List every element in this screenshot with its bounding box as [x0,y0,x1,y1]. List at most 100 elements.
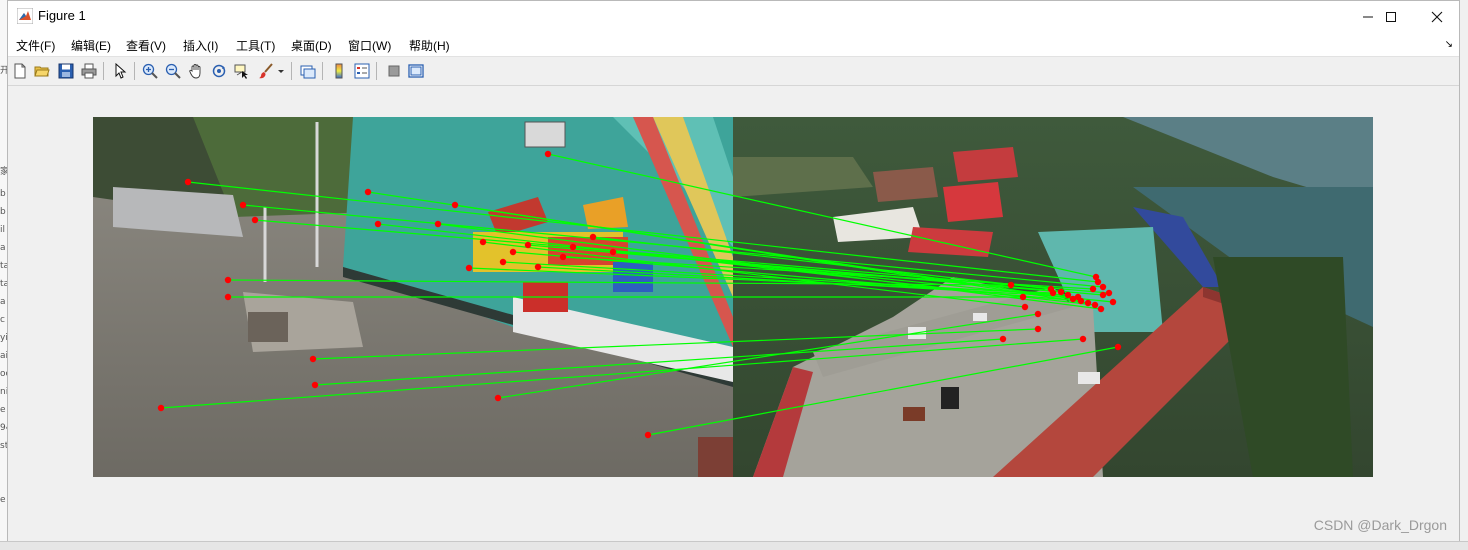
print-icon [81,63,97,79]
keypoint-marker [1114,343,1122,351]
insert-colorbar-button[interactable] [329,61,349,81]
keypoint-marker [451,201,459,209]
show-plot-tools-button[interactable] [406,61,426,81]
hide-plot-tools-icon [388,65,400,77]
keypoint-marker [157,404,165,412]
keypoint-marker [224,293,232,301]
toolbar-separator [376,62,377,80]
keypoint-marker [1021,303,1029,311]
keypoint-marker [1089,285,1097,293]
pan-button[interactable] [186,61,206,81]
maximize-button[interactable] [1368,1,1414,32]
keypoint-marker [465,264,473,272]
keypoint-marker [309,355,317,363]
menu-help[interactable]: 帮助(H) [409,37,450,54]
keypoint-marker [494,394,502,402]
keypoint-marker [239,201,247,209]
keypoint-marker [1047,285,1055,293]
save-button[interactable] [56,61,76,81]
open-file-button[interactable] [32,61,52,81]
edit-plot-button[interactable] [110,61,130,81]
menu-edit[interactable]: 编辑(E) [71,37,111,54]
print-button[interactable] [79,61,99,81]
keypoint-marker [499,258,507,266]
new-figure-icon [14,63,26,79]
zoom-out-icon [165,63,181,79]
new-figure-button[interactable] [10,61,30,81]
brush-button[interactable] [256,61,276,81]
brush-dropdown-button[interactable] [276,61,286,81]
keypoint-marker [544,150,552,158]
title-bar[interactable]: Figure 1 [8,1,1459,32]
insert-legend-button[interactable] [352,61,372,81]
figure-canvas: CSDN @Dark_Drgon [8,86,1459,541]
toolbar-separator [322,62,323,80]
keypoint-marker [1105,289,1113,297]
keypoint-marker [569,243,577,251]
toolbar-separator [103,62,104,80]
keypoint-marker [1007,281,1015,289]
open-file-icon [34,66,50,77]
legend-icon [354,63,370,79]
keypoint-marker [509,248,517,256]
link-plot-button[interactable] [298,61,318,81]
keypoint-marker [374,220,382,228]
keypoint-marker [559,253,567,261]
zoom-in-icon [142,63,158,79]
keypoint-marker [311,381,319,389]
desktop-fragment: a [0,243,6,253]
keypoint-marker [251,216,259,224]
keypoint-marker [1109,298,1117,306]
desktop-fragment: e [0,405,6,415]
colorbar-icon [335,63,343,79]
menu-view[interactable]: 查看(V) [126,37,166,54]
matlab-logo-icon [17,8,33,24]
toolbar-separator [134,62,135,80]
close-button[interactable] [1414,1,1460,32]
keypoint-marker [1099,291,1107,299]
pointer-icon [115,63,127,79]
toolbar-separator [291,62,292,80]
menu-file[interactable]: 文件(F) [16,37,55,54]
menu-tools[interactable]: 工具(T) [236,37,275,54]
show-plot-tools-icon [408,64,424,78]
dock-arrow-icon[interactable]: ↘ [1445,39,1453,50]
keypoint-marker [1057,288,1065,296]
keypoint-marker [434,220,442,228]
desktop-fragment: b [0,189,6,199]
figure-window: Figure 1 文件(F) 编辑(E) 查看(V) 插入(I) 工具(T) 桌… [7,0,1460,541]
keypoint-marker [1019,293,1027,301]
rotate-3d-button[interactable] [209,61,229,81]
menu-window[interactable]: 窗口(W) [348,37,391,54]
csdn-watermark: CSDN @Dark_Drgon [1313,517,1447,533]
keypoint-marker [1099,283,1107,291]
keypoint-marker [1084,299,1092,307]
data-cursor-icon [234,64,248,79]
keypoint-marker [224,276,232,284]
keypoint-marker [1097,305,1105,313]
keypoint-marker [184,178,192,186]
keypoint-marker [644,431,652,439]
feature-matching-axes[interactable] [93,117,1373,477]
desktop-fragment: il [0,225,6,235]
menu-desktop[interactable]: 桌面(D) [291,37,332,54]
rotate-3d-icon [212,64,226,78]
keypoint-marker [1034,325,1042,333]
keypoint-marker [1092,273,1100,281]
pan-hand-icon [189,64,201,79]
brush-icon [259,63,273,79]
keypoint-marker [1074,293,1082,301]
hide-plot-tools-button[interactable] [384,61,404,81]
data-cursor-button[interactable] [232,61,252,81]
zoom-in-button[interactable] [140,61,160,81]
desktop-fragment: a [0,297,6,307]
desktop-fragment: c [0,315,5,325]
zoom-out-button[interactable] [163,61,183,81]
figure-toolbar [8,57,1459,86]
keypoint-marker [364,188,372,196]
menu-insert[interactable]: 插入(I) [183,37,218,54]
keypoint-marker [1079,335,1087,343]
keypoint-marker [589,233,597,241]
menu-bar: 文件(F) 编辑(E) 查看(V) 插入(I) 工具(T) 桌面(D) 窗口(W… [8,32,1459,57]
keypoint-marker [1034,310,1042,318]
